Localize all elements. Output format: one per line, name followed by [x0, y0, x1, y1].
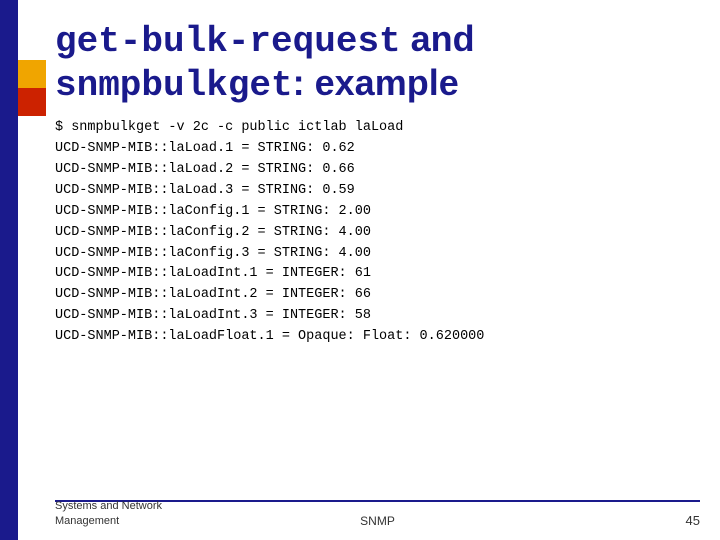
square-red: [18, 88, 46, 116]
title-mono-2: snmpbulkget: [55, 65, 293, 106]
title-text-1: and: [401, 18, 475, 59]
code-line-1: UCD-SNMP-MIB::laLoad.1 = STRING: 0.62: [55, 139, 700, 160]
square-orange: [18, 60, 46, 88]
code-line-0: $ snmpbulkget -v 2c -c public ictlab laL…: [55, 118, 700, 139]
code-line-3: UCD-SNMP-MIB::laLoad.3 = STRING: 0.59: [55, 181, 700, 202]
footer: Systems and Network Management SNMP 45: [55, 499, 700, 528]
code-line-6: UCD-SNMP-MIB::laConfig.3 = STRING: 4.00: [55, 244, 700, 265]
title-text-2: : example: [293, 62, 459, 103]
footer-left-line1: Systems and Network: [55, 499, 162, 513]
code-line-5: UCD-SNMP-MIB::laConfig.2 = STRING: 4.00: [55, 223, 700, 244]
content-area: $ snmpbulkget -v 2c -c public ictlab laL…: [55, 118, 700, 348]
accent-bar: [0, 0, 18, 540]
footer-center: SNMP: [360, 514, 395, 528]
code-line-10: UCD-SNMP-MIB::laLoadFloat.1 = Opaque: Fl…: [55, 327, 700, 348]
code-block: $ snmpbulkget -v 2c -c public ictlab laL…: [55, 118, 700, 348]
footer-left-line2: Management: [55, 514, 162, 528]
accent-squares: [18, 60, 46, 116]
code-line-7: UCD-SNMP-MIB::laLoadInt.1 = INTEGER: 61: [55, 264, 700, 285]
slide: get-bulk-request and snmpbulkget: exampl…: [0, 0, 720, 540]
title-line2: snmpbulkget: example: [55, 62, 700, 106]
footer-left: Systems and Network Management: [55, 499, 162, 528]
code-line-4: UCD-SNMP-MIB::laConfig.1 = STRING: 2.00: [55, 202, 700, 223]
footer-right: 45: [686, 513, 700, 528]
code-line-2: UCD-SNMP-MIB::laLoad.2 = STRING: 0.66: [55, 160, 700, 181]
code-line-9: UCD-SNMP-MIB::laLoadInt.3 = INTEGER: 58: [55, 306, 700, 327]
title-area: get-bulk-request and snmpbulkget: exampl…: [55, 18, 700, 107]
code-line-8: UCD-SNMP-MIB::laLoadInt.2 = INTEGER: 66: [55, 285, 700, 306]
title-line1: get-bulk-request and: [55, 18, 700, 62]
title-mono-1: get-bulk-request: [55, 21, 401, 62]
